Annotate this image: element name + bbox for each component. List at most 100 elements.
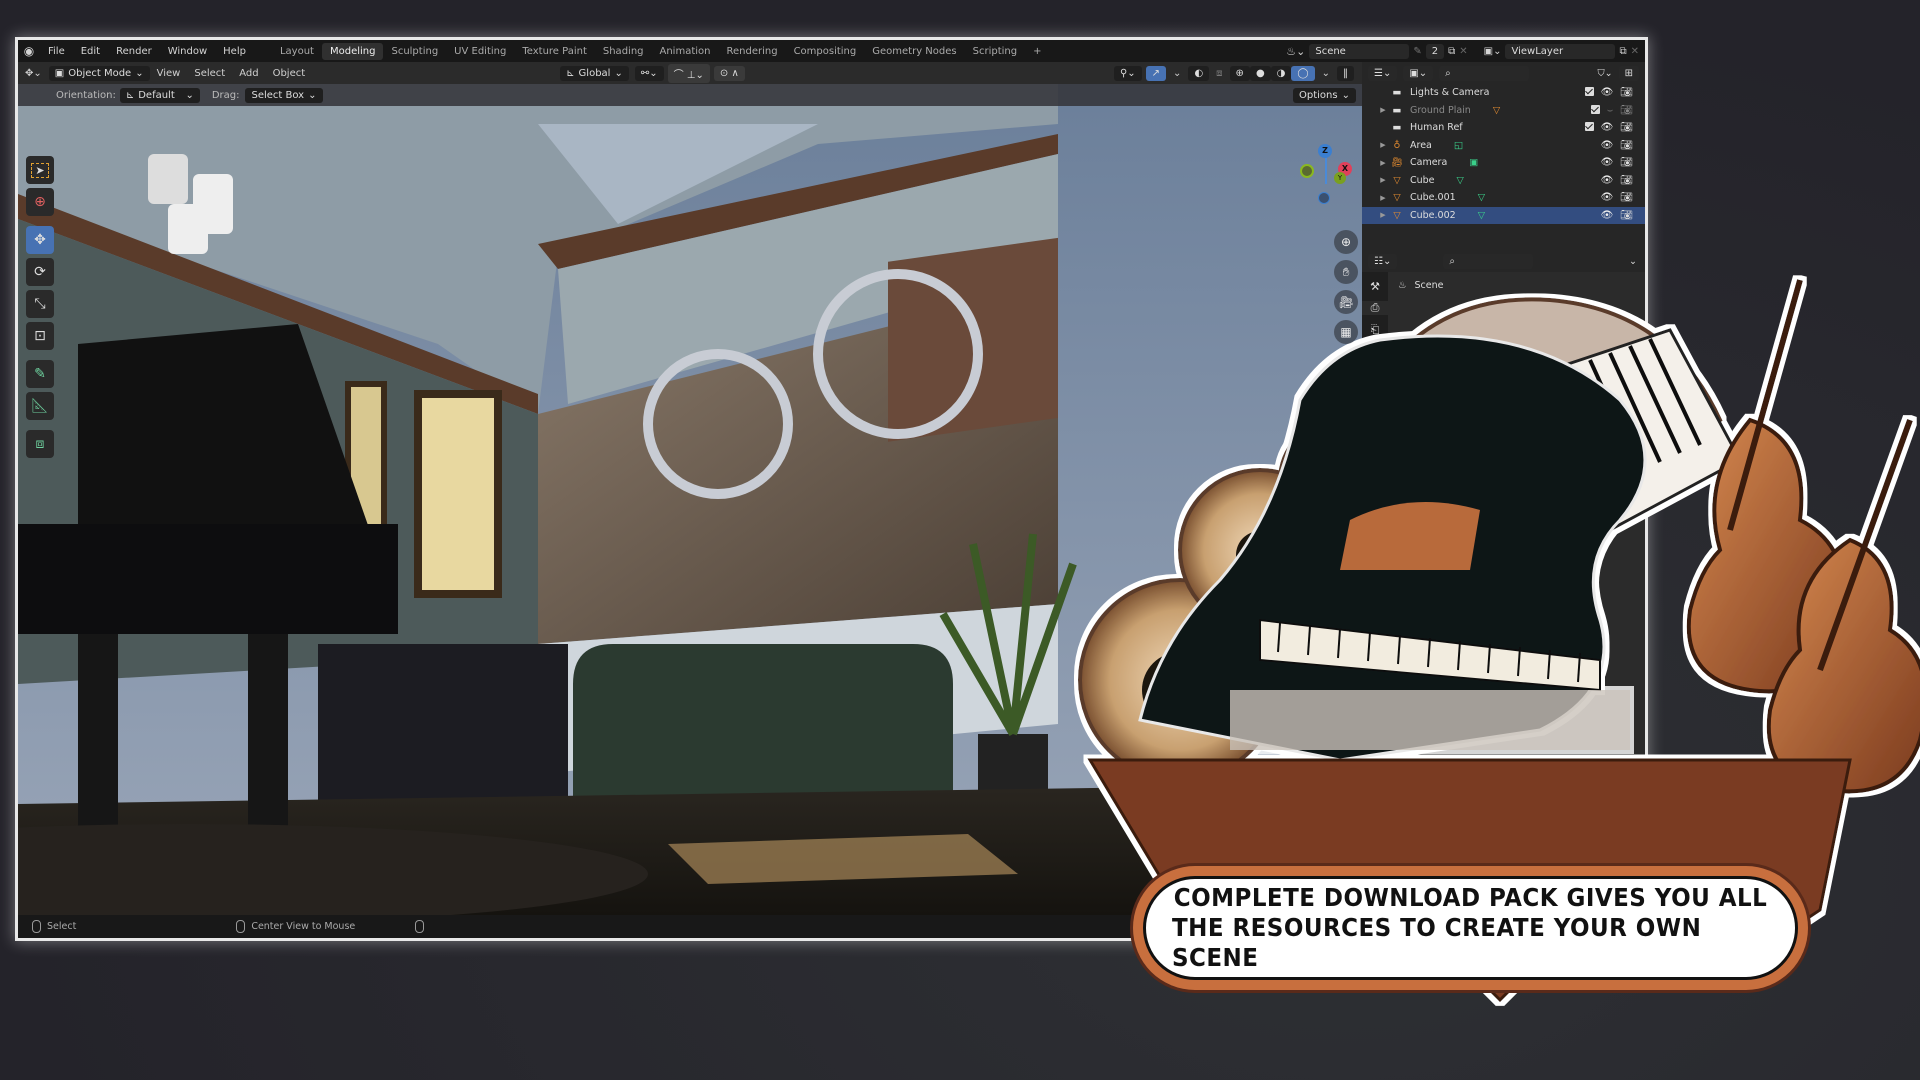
proportional-edit-toggle[interactable]: ⊙ ∧ [713,65,745,81]
scene-icon[interactable]: ♨⌄ [1286,45,1305,58]
gizmo-neg-y[interactable] [1300,164,1314,178]
overlay-dropdown[interactable]: ⌄ [1166,68,1188,79]
duplicate-scene-icon[interactable]: ⧉ [1448,46,1455,57]
measure-tool[interactable]: 📐︎ [26,392,54,420]
tab-animation[interactable]: Animation [652,43,719,60]
pause-render-button[interactable]: ‖ [1337,65,1354,81]
filter-scene-dropdown[interactable]: ▣⌄ [1403,65,1434,81]
render-camera-icon[interactable]: 📷︎ [1620,175,1633,186]
outliner-row[interactable]: ▶ 🎥︎ Camera ▣ 👁︎ 📷︎ [1362,154,1645,172]
menu-add[interactable]: Add [232,68,265,79]
tab-texture-paint[interactable]: Texture Paint [514,43,595,60]
transform-tool[interactable]: ⊡ [26,322,54,350]
expand-arrow-icon[interactable]: ▶ [1376,106,1390,114]
tab-shading[interactable]: Shading [595,43,652,60]
expand-arrow-icon[interactable]: ▶ [1376,159,1390,167]
overlays-toggle[interactable]: ◐ [1188,65,1210,81]
material-preview-shading[interactable]: ◑ [1270,65,1292,81]
scene-users-count[interactable]: 2 [1425,43,1445,59]
delete-view-layer-icon[interactable]: ✕ [1631,46,1639,57]
gizmo-y-axis[interactable]: Y [1334,172,1346,184]
zoom-icon[interactable]: ⊕ [1334,230,1358,254]
gizmo-z-axis[interactable]: Z [1318,144,1332,158]
outliner-row[interactable]: ▶ ♁ Area ◱ 👁︎ 📷︎ [1362,137,1645,155]
scale-tool[interactable]: ⤡ [26,290,54,318]
transform-orientation-dropdown[interactable]: ⊾ Global ⌄ [560,65,629,81]
eye-icon[interactable]: 👁︎ [1601,140,1614,151]
pan-hand-icon[interactable]: ✋︎ [1334,260,1358,284]
view-layer-field[interactable]: ViewLayer [1505,43,1616,59]
render-camera-icon[interactable]: 📷︎ [1620,87,1633,98]
add-workspace-button[interactable]: + [1025,43,1049,60]
pivot-point-dropdown[interactable]: ⚯⌄ [634,65,664,81]
mesh-data-icon[interactable]: ▽ [1478,192,1485,203]
eye-icon[interactable]: 👁︎ [1601,87,1614,98]
menu-render[interactable]: Render [108,46,160,57]
scene-name-field[interactable]: Scene [1309,43,1410,59]
menu-view[interactable]: View [150,68,188,79]
pin-icon[interactable]: ✎ [1413,46,1421,57]
eye-icon[interactable]: 👁︎ [1601,122,1614,133]
expand-arrow-icon[interactable]: ▶ [1376,176,1390,184]
tab-layout[interactable]: Layout [272,43,322,60]
tab-compositing[interactable]: Compositing [786,43,865,60]
rendered-shading[interactable]: ◯ [1291,65,1315,81]
expand-arrow-icon[interactable]: ▶ [1376,141,1390,149]
outliner-row[interactable]: ▬ Lights & Camera 👁︎ 📷︎ [1362,84,1645,102]
select-box-tool[interactable]: ➤ [26,156,54,184]
tab-scripting[interactable]: Scripting [965,43,1025,60]
snap-toggle[interactable]: ⌒ ⊥⌄ [667,63,710,83]
menu-object[interactable]: Object [266,68,313,79]
tab-modeling[interactable]: Modeling [321,42,384,60]
expand-arrow-icon[interactable]: ▶ [1376,194,1390,202]
move-tool[interactable]: ✥ [26,226,54,254]
camera-data-icon[interactable]: ▣ [1469,157,1478,168]
menu-file[interactable]: File [40,46,73,57]
mode-selector[interactable]: ▣ Object Mode ⌄ [48,65,150,81]
camera-view-icon[interactable]: 🎥︎ [1334,290,1358,314]
add-cube-tool[interactable]: ⧈ [26,430,54,458]
exclude-checkbox[interactable] [1590,104,1600,114]
annotate-tool[interactable]: ✎ [26,360,54,388]
gizmo-neg-z[interactable] [1318,192,1330,204]
tab-sculpting[interactable]: Sculpting [383,43,446,60]
duplicate-view-layer-icon[interactable]: ⧉ [1619,46,1626,57]
eye-icon[interactable]: 👁︎ [1601,192,1614,203]
expand-arrow-icon[interactable]: ▶ [1376,211,1390,219]
delete-scene-icon[interactable]: ✕ [1459,46,1467,57]
tab-geometry-nodes[interactable]: Geometry Nodes [864,43,964,60]
blender-logo-icon[interactable]: ◉ [18,44,40,58]
render-camera-icon[interactable]: 📷︎ [1620,192,1633,203]
filter-icon[interactable]: ⛉⌄ [1598,68,1613,79]
gizmo-visibility-dropdown[interactable]: ⚲⌄ [1113,65,1142,81]
navigation-gizmo[interactable]: Z X Y [1298,144,1362,224]
menu-help[interactable]: Help [215,46,254,57]
new-collection-icon[interactable]: ⊞ [1618,65,1639,81]
mesh-data-icon[interactable]: ▽ [1493,105,1500,116]
exclude-checkbox[interactable] [1584,122,1594,132]
menu-window[interactable]: Window [160,46,215,57]
outliner-row[interactable]: ▶ ▽ Cube.001 ▽ 👁︎ 📷︎ [1362,189,1645,207]
cursor-tool[interactable]: ⊕ [26,188,54,216]
render-camera-icon[interactable]: 📷︎ [1620,105,1633,116]
exclude-checkbox[interactable] [1584,87,1594,97]
rotate-tool[interactable]: ⟳ [26,258,54,286]
outliner-row[interactable]: ▬ Human Ref 👁︎ 📷︎ [1362,119,1645,137]
solid-shading[interactable]: ● [1249,65,1271,81]
eye-icon[interactable]: 👁︎ [1601,157,1614,168]
render-camera-icon[interactable]: 📷︎ [1620,122,1633,133]
show-gizmo-toggle[interactable]: ↗ [1145,65,1167,81]
eye-icon[interactable]: 👁︎ [1601,175,1614,186]
eye-closed-icon[interactable]: ⌣ [1607,105,1614,116]
menu-select[interactable]: Select [187,68,232,79]
drag-dropdown[interactable]: Select Box ⌄ [245,87,323,103]
xray-toggle[interactable]: ⧈ [1209,68,1229,79]
mesh-data-icon[interactable]: ▽ [1457,175,1464,186]
options-dropdown[interactable]: Options ⌄ [1293,87,1356,103]
light-data-icon[interactable]: ◱ [1454,140,1463,151]
menu-edit[interactable]: Edit [73,46,108,57]
wireframe-shading[interactable]: ⊕ [1229,65,1250,81]
orientation-dropdown[interactable]: ⊾ Default ⌄ [119,87,200,103]
view-layer-icon[interactable]: ▣⌄ [1484,46,1502,57]
outliner-row[interactable]: ▶ ▬ Ground Plain ▽ ⌣ 📷︎ [1362,102,1645,120]
